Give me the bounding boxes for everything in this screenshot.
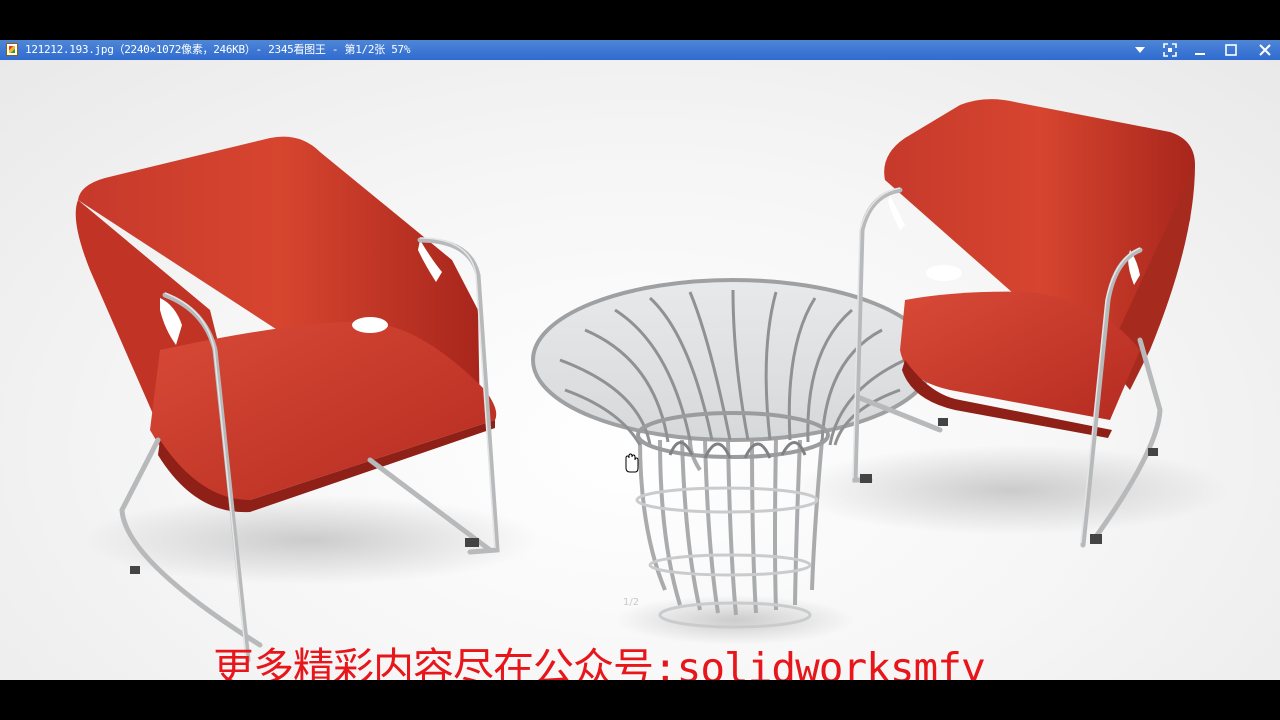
minimize-icon — [1195, 53, 1205, 55]
title-bar[interactable]: 121212.193.jpg（2240×1072像素，246KB）- 2345看… — [0, 40, 1280, 60]
minimize-button[interactable] — [1188, 40, 1212, 60]
page-indicator: 1/2 — [623, 597, 640, 608]
fullscreen-icon — [1163, 43, 1177, 57]
app-icon — [6, 43, 18, 56]
letterbox-top — [0, 0, 1280, 40]
dropdown-button[interactable] — [1128, 40, 1152, 60]
close-button[interactable] — [1253, 40, 1277, 60]
hand-cursor-icon — [625, 453, 639, 473]
fullscreen-button[interactable] — [1158, 40, 1182, 60]
window-title: 121212.193.jpg（2240×1072像素，246KB）- 2345看… — [25, 43, 411, 56]
maximize-icon — [1225, 44, 1237, 56]
watermark-text: 更多精彩内容尽在公众号:solidworksmfy — [213, 644, 986, 680]
image-canvas[interactable]: 1/2 更多精彩内容尽在公众号:solidworksmfy — [0, 60, 1280, 680]
close-icon — [1259, 44, 1271, 56]
wire-table — [531, 278, 935, 629]
image-viewer-window: 121212.193.jpg（2240×1072像素，246KB）- 2345看… — [0, 40, 1280, 680]
maximize-button[interactable] — [1219, 40, 1243, 60]
chairs-and-table-render — [75, 99, 1230, 663]
chevron-down-icon — [1135, 47, 1145, 53]
letterbox-bottom — [0, 680, 1280, 720]
